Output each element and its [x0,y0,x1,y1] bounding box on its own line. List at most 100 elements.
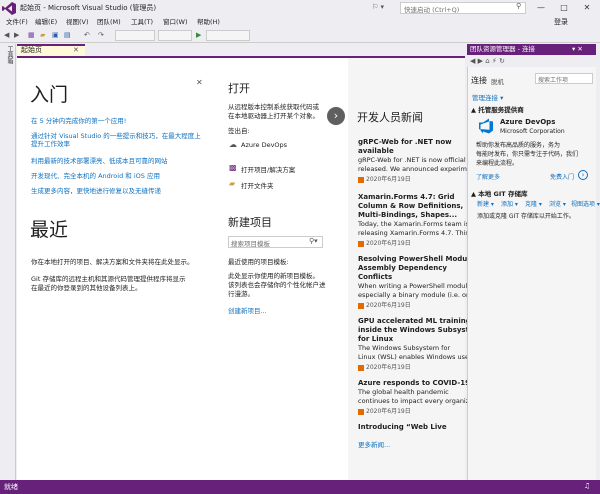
notifications-icon[interactable]: ⚐ ▾ [372,3,384,11]
news-date-text: 2020年6月19日 [366,302,411,309]
platform-dropdown[interactable] [158,30,192,41]
open-folder-link[interactable]: 打开文件夹 [241,180,274,190]
menu-view[interactable]: 视图(V) [66,17,89,28]
news-title[interactable]: Conflicts [358,273,474,282]
azure-devops-link[interactable]: Azure DevOps [241,141,287,149]
git-clone-button[interactable]: 克隆 ▾ [525,199,542,208]
close-tab-icon[interactable]: ✕ [73,46,79,54]
news-title[interactable]: Xamarin.Forms 4.7: Grid [358,193,469,202]
git-new-button[interactable]: 新建 ▾ [477,199,494,208]
get-started-link-3[interactable]: 利用最新的技术部署漂亮、低成本且可靠的网站 [31,155,168,165]
work-item-search-placeholder: 搜索工作项 [538,77,569,84]
news-title[interactable]: Azure responds to COVID-19 [358,379,471,388]
news-item[interactable]: gRPC-Web for .NET now available gRPC-Web… [358,138,467,183]
maximize-button[interactable]: □ [553,0,575,16]
recent-templates-label: 最近使用的项目模板: [228,258,289,266]
create-project-link[interactable]: 创建新项目... [228,305,267,315]
menu-team[interactable]: 团队(M) [97,17,121,28]
azure-desc-1: 帮助你发布高品质的服务，务为 [476,142,561,149]
news-title[interactable]: Resolving PowerShell Module [358,255,474,264]
toolbar [0,28,600,43]
menu-window[interactable]: 窗口(W) [163,17,188,28]
recent-git-desc-2: 在最近的你登录到的其他设备列表上。 [31,284,142,292]
get-started-link-4[interactable]: 开发现代、完全本机的 Android 和 iOS 应用 [31,170,160,180]
news-item[interactable]: Introducing “Web Live [358,423,447,432]
menu-file[interactable]: 文件(F) [6,17,28,28]
free-start-link[interactable]: 免费入门 [550,172,574,181]
new-badge-icon [358,302,364,309]
open-folder-icon[interactable]: ▰ [40,30,45,41]
new-project-icon[interactable]: ▦ [28,30,35,41]
checkout-label: 签出自: [228,127,250,135]
news-date-text: 2020年6月19日 [366,408,411,415]
left-dock [0,44,16,480]
start-icon[interactable]: ▶ [196,30,201,41]
save-icon[interactable]: ▣ [52,30,59,41]
azure-devops-icon [479,118,493,134]
news-title[interactable]: Introducing “Web Live [358,423,447,432]
git-view-options-button[interactable]: 视图选项 ▾ [571,199,600,208]
learn-more-link[interactable]: 了解更多 [476,172,500,181]
news-title[interactable]: Assembly Dependency [358,264,474,273]
news-date: 2020年6月19日 [358,300,474,309]
news-body: Linux (WSL) enables Windows use [358,353,469,361]
collapse-news-button[interactable]: › [327,107,345,125]
menu-help[interactable]: 帮助(H) [197,17,220,28]
close-button[interactable]: ✕ [576,0,598,16]
panel-pin-close-icon[interactable]: ▾ ✕ [572,44,583,55]
news-title[interactable]: for Linux [358,335,481,344]
git-add-button[interactable]: 添加 ▾ [501,199,518,208]
azure-devops-company: Microsoft Corporation [500,128,565,135]
news-title[interactable]: Column & Row Definitions, [358,202,469,211]
minimize-button[interactable]: — [530,0,552,16]
toolbox-tab[interactable]: 工具箱 [3,46,13,64]
news-item[interactable]: Xamarin.Forms 4.7: Grid Column & Row Def… [358,193,469,247]
redo-icon[interactable]: ↷ [98,30,104,41]
menu-tools[interactable]: 工具(T) [131,17,153,28]
hosted-providers-heading[interactable]: ▲ 托管服务提供商 [471,104,524,114]
news-item[interactable]: Resolving PowerShell Module Assembly Dep… [358,255,474,309]
notification-bell-icon[interactable]: ♫ [584,482,590,490]
forward-icon[interactable]: ▶ [14,30,19,41]
news-title[interactable]: GPU accelerated ML training [358,317,481,326]
more-news-link[interactable]: 更多新闻... [358,439,390,449]
template-search-placeholder: 搜索项目模板 [231,240,270,248]
open-project-link[interactable]: 打开项目/解决方案 [241,164,295,174]
recent-heading: 最近 [30,219,69,241]
news-date: 2020年6月19日 [358,238,469,247]
news-date: 2020年6月19日 [358,406,471,415]
news-title[interactable]: available [358,147,467,156]
news-title[interactable]: inside the Windows Subsystem [358,326,481,335]
news-body: released. We announced experim [358,165,467,173]
save-all-icon[interactable]: ▤ [64,30,71,41]
status-bar [0,480,600,494]
menu-edit[interactable]: 编辑(E) [35,17,57,28]
config-dropdown[interactable] [115,30,155,41]
azure-devops-name: Azure DevOps [500,118,556,126]
sign-in-link[interactable]: 登录 [554,17,568,28]
news-item[interactable]: GPU accelerated ML training inside the W… [358,317,481,371]
get-started-link-1[interactable]: 在 5 分钟内完成你的第一个应用! [31,115,126,125]
visual-studio-logo-icon [2,2,16,15]
local-git-heading[interactable]: ▲ 本地 GIT 存储库 [471,188,527,198]
git-browse-button[interactable]: 浏览 ▾ [549,199,566,208]
back-icon[interactable]: ◀ [4,30,9,41]
start-target-dropdown[interactable] [206,30,250,41]
arrow-right-icon[interactable]: › [578,170,588,180]
news-date: 2020年6月19日 [358,174,467,183]
news-item[interactable]: Azure responds to COVID-19 The global he… [358,379,471,415]
get-started-link-2-cont[interactable]: 提升工作效率 [31,138,70,148]
manage-connections-link[interactable]: 管理连接 ▾ [472,92,503,102]
menu-bar [0,17,600,28]
templates-desc-3: 行漫游。 [228,290,254,298]
get-started-link-5[interactable]: 生成更多内容，更快地进行修复以及无缝传递 [31,185,161,195]
news-heading: 开发人员新闻 [357,111,423,124]
news-title[interactable]: gRPC-Web for .NET now [358,138,467,147]
search-icon: ⚲ [516,2,522,10]
new-badge-icon [358,364,364,371]
quick-launch-input[interactable]: 快速启动 (Ctrl+Q) [400,2,526,14]
undo-icon[interactable]: ↶ [84,30,90,41]
open-desc-2: 在本地驱动器上打开某个对象。 [228,112,319,120]
news-title[interactable]: Multi-Bindings, Shapes... [358,211,469,220]
close-get-started-icon[interactable]: ✕ [196,78,203,87]
